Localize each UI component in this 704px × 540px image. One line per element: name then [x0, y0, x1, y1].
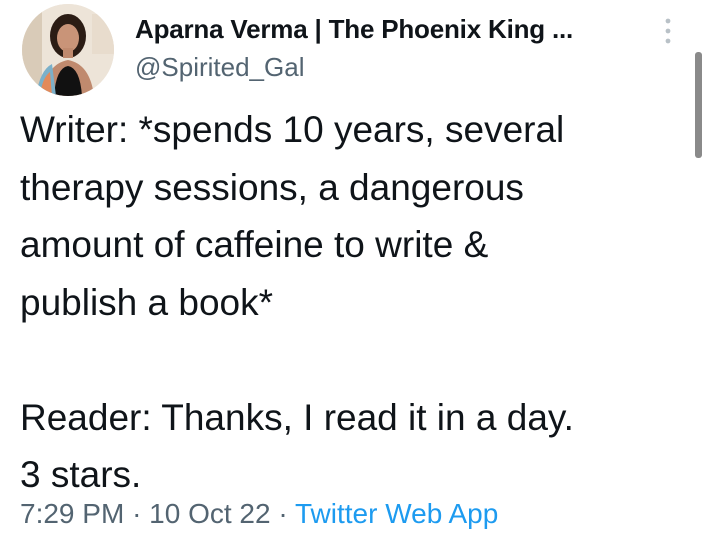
- tweet-time[interactable]: 7:29 PM: [20, 498, 124, 529]
- tweet-text: Writer: *spends 10 years, several therap…: [20, 109, 574, 495]
- more-vertical-icon[interactable]: [660, 16, 676, 50]
- tweet-meta: 7:29 PM · 10 Oct 22 · Twitter Web App: [20, 498, 498, 530]
- avatar[interactable]: [22, 4, 114, 96]
- author-display-name[interactable]: Aparna Verma | The Phoenix King ...: [135, 14, 573, 45]
- tweet-date[interactable]: 10 Oct 22: [149, 498, 270, 529]
- author-handle[interactable]: @Spirited_Gal: [135, 52, 304, 83]
- meta-separator: ·: [278, 498, 288, 529]
- scrollbar-thumb[interactable]: [695, 52, 702, 158]
- avatar-photo-icon: [22, 4, 114, 96]
- tweet-card: Aparna Verma | The Phoenix King ... @Spi…: [0, 0, 704, 540]
- tweet-source-link[interactable]: Twitter Web App: [295, 498, 498, 529]
- meta-separator: ·: [132, 498, 142, 529]
